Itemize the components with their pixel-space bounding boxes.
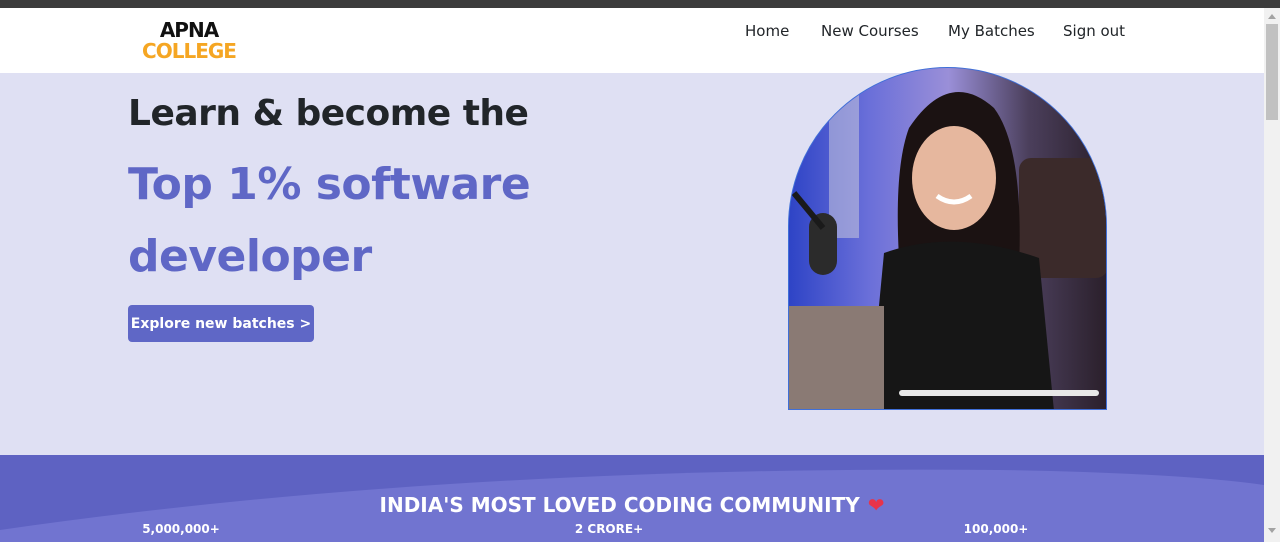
hero-highlight-line-1: Top 1% software: [128, 159, 531, 210]
scroll-down-arrow-icon[interactable]: [1268, 528, 1276, 533]
stat-value: 100,000+: [963, 522, 1029, 536]
page-scrollbar[interactable]: [1264, 8, 1280, 542]
logo-text-bottom: COLLEGE: [142, 39, 237, 63]
nav-home-link[interactable]: Home: [745, 22, 789, 40]
scrollbar-thumb[interactable]: [1266, 24, 1278, 120]
stat-value: 5,000,000+: [142, 522, 220, 536]
scroll-up-arrow-icon[interactable]: [1268, 14, 1276, 19]
apna-college-logo[interactable]: APNA COLLEGE: [141, 20, 237, 64]
nav-new-courses-link[interactable]: New Courses: [821, 22, 919, 40]
logo-text-top: APNA: [159, 18, 219, 42]
hero-section: Learn & become the Top 1% software devel…: [0, 67, 1264, 455]
explore-new-batches-button[interactable]: Explore new batches >: [128, 305, 314, 342]
hero-heading: Learn & become the: [128, 93, 529, 134]
browser-top-bar: [0, 0, 1280, 8]
hero-instructor-photo: [788, 67, 1107, 410]
heart-icon: ❤: [867, 493, 885, 517]
nav-sign-out-link[interactable]: Sign out: [1063, 22, 1125, 40]
nav-my-batches-link[interactable]: My Batches: [948, 22, 1035, 40]
instructor-illustration: [789, 68, 1106, 409]
page-viewport: APNA COLLEGE Home New Courses My Batches…: [0, 8, 1264, 542]
stat-value: 2 CRORE+: [574, 522, 644, 536]
community-title-text: INDIA'S MOST LOVED CODING COMMUNITY: [379, 493, 860, 517]
community-section: INDIA'S MOST LOVED CODING COMMUNITY ❤ 5,0…: [0, 455, 1264, 542]
hero-highlight-line-2: developer: [128, 231, 372, 282]
navbar: APNA COLLEGE Home New Courses My Batches…: [0, 8, 1264, 73]
community-title: INDIA'S MOST LOVED CODING COMMUNITY ❤: [0, 493, 1264, 517]
